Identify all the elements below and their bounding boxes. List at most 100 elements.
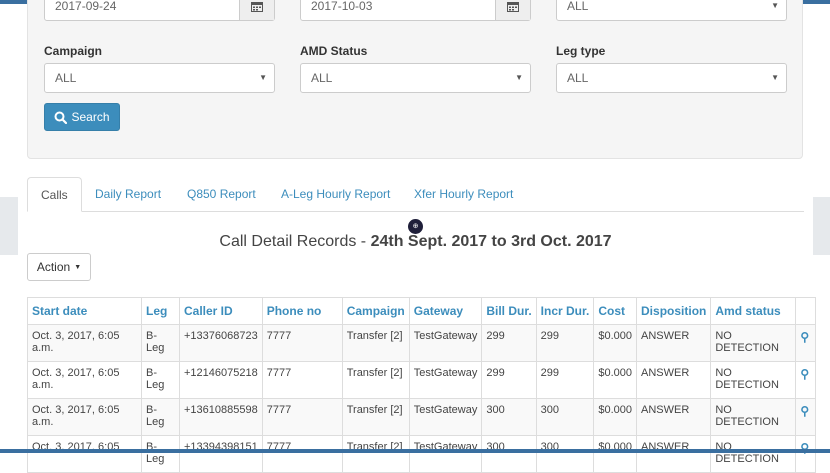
campaign-select-value: ALL [55,71,77,85]
column-header[interactable]: Cost [593,297,638,325]
column-header[interactable]: Amd status [710,297,797,325]
amd-status-cell: NO DETECTION [710,324,797,362]
calendar-icon[interactable] [239,0,274,20]
cost-cell: $0.000 [593,361,638,399]
cost-cell: $0.000 [593,435,638,473]
leg-cell: B-Leg [141,398,180,436]
cursor-indicator-icon: ⊕ [408,219,423,234]
column-header [795,297,817,325]
bill-dur-cell: 300 [481,435,537,473]
cost-cell: $0.000 [593,324,638,362]
start-date-cell: Oct. 3, 2017, 6:05 a.m. [27,361,142,399]
table-header-row: Start date Leg Caller ID Phone no Campai… [27,297,817,325]
amd-status-label: AMD Status [300,44,368,58]
amd-status-select-value: ALL [311,71,333,85]
start-date-cell: Oct. 3, 2017, 6:05 [27,435,142,473]
campaign-cell: Transfer [2] [341,398,410,436]
phone-no-cell: 7777 [261,324,343,362]
calendar-icon[interactable] [495,0,530,20]
leg-cell: B-Leg [141,435,180,473]
incr-dur-cell: 300 [535,398,595,436]
amd-status-cell: NO DETECTION [710,398,797,436]
gateway-cell: TestGateway [408,361,483,399]
start-date-value: 2017-09-24 [55,0,117,13]
campaign-cell: Transfer [2] [341,435,410,473]
start-date-field[interactable]: 2017-09-24 [44,0,275,21]
amd-status-cell: NO DETECTION [710,435,797,473]
tab-a-leg-hourly-report[interactable]: A-Leg Hourly Report [281,177,390,211]
disposition-cell: ANSWER [636,435,712,473]
leg-type-select[interactable]: ALL ▼ [556,63,787,93]
incr-dur-cell: 299 [535,361,595,399]
column-header[interactable]: Caller ID [179,297,263,325]
view-details-cell: ⚲ [795,398,817,436]
end-date-value: 2017-10-03 [311,0,373,13]
view-details-cell: ⚲ [795,361,817,399]
start-date-cell: Oct. 3, 2017, 6:05 a.m. [27,324,142,362]
gateway-cell: TestGateway [408,324,483,362]
incr-dur-cell: 299 [535,324,595,362]
bill-dur-cell: 299 [481,324,537,362]
bottom-accent-bar [0,449,830,453]
bill-dur-cell: 299 [481,361,537,399]
column-header[interactable]: Start date [27,297,142,325]
caller-id-cell: +13376068723 [179,324,263,362]
search-button-label: Search [71,110,110,124]
report-tabs: Calls Daily Report Q850 Report A-Leg Hou… [27,177,804,212]
magnifier-icon[interactable]: ⚲ [800,404,809,418]
leg-cell: B-Leg [141,361,180,399]
amd-status-cell: NO DETECTION [710,361,797,399]
gateway-cell: TestGateway [408,435,483,473]
filter-panel: 2017-09-24 2017-10-03 ALL ▼ Campaign AMD… [27,0,803,159]
chevron-down-icon: ▼ [771,73,779,82]
column-header[interactable]: Gateway [408,297,483,325]
caller-id-cell: +13394398151 [179,435,263,473]
view-details-cell: ⚲ [795,324,817,362]
phone-no-cell: 7777 [261,435,343,473]
caret-down-icon: ▼ [74,263,82,271]
table-row: Oct. 3, 2017, 6:05 a.m. B-Leg +133760687… [27,324,817,362]
caller-id-cell: +12146075218 [179,361,263,399]
campaign-select[interactable]: ALL ▼ [44,63,275,93]
action-dropdown-button[interactable]: Action ▼ [27,253,91,281]
report-title-prefix: Call Detail Records - [219,233,371,250]
column-header[interactable]: Campaign [341,297,410,325]
campaign-cell: Transfer [2] [341,324,410,362]
disposition-cell: ANSWER [636,324,712,362]
amd-status-select[interactable]: ALL ▼ [300,63,531,93]
call-records-table: Start date Leg Caller ID Phone no Campai… [27,297,817,473]
column-header[interactable]: Leg [141,297,180,325]
right-edge-panel [813,197,830,255]
disposition-cell: ANSWER [636,398,712,436]
gateway-cell: TestGateway [408,398,483,436]
column-header[interactable]: Incr Dur. [535,297,595,325]
caller-id-cell: +13610885598 [179,398,263,436]
column-header[interactable]: Disposition [636,297,712,325]
chevron-down-icon: ▼ [515,73,523,82]
tab-daily-report[interactable]: Daily Report [95,177,161,211]
phone-no-cell: 7777 [261,361,343,399]
start-date-cell: Oct. 3, 2017, 6:05 a.m. [27,398,142,436]
top-right-select-value: ALL [567,0,589,13]
view-details-cell: ⚲ [795,435,817,473]
phone-no-cell: 7777 [261,398,343,436]
tab-xfer-hourly-report[interactable]: Xfer Hourly Report [414,177,513,211]
end-date-field[interactable]: 2017-10-03 [300,0,531,21]
search-button[interactable]: Search [44,103,120,131]
column-header[interactable]: Phone no [261,297,343,325]
search-icon [54,111,68,124]
top-right-select[interactable]: ALL ▼ [556,0,787,21]
leg-cell: B-Leg [141,324,180,362]
table-row: Oct. 3, 2017, 6:05 B-Leg +13394398151 77… [27,435,817,473]
bill-dur-cell: 300 [481,398,537,436]
column-header[interactable]: Bill Dur. [481,297,537,325]
magnifier-icon[interactable]: ⚲ [800,367,809,381]
table-row: Oct. 3, 2017, 6:05 a.m. B-Leg +136108855… [27,398,817,436]
table-row: Oct. 3, 2017, 6:05 a.m. B-Leg +121460752… [27,361,817,399]
tab-q850-report[interactable]: Q850 Report [187,177,256,211]
page-title: Call Detail Records - 24th Sept. 2017 to… [27,233,804,251]
left-edge-panel [0,197,18,255]
campaign-label: Campaign [44,44,103,58]
tab-calls[interactable]: Calls [27,177,82,212]
magnifier-icon[interactable]: ⚲ [800,330,809,344]
